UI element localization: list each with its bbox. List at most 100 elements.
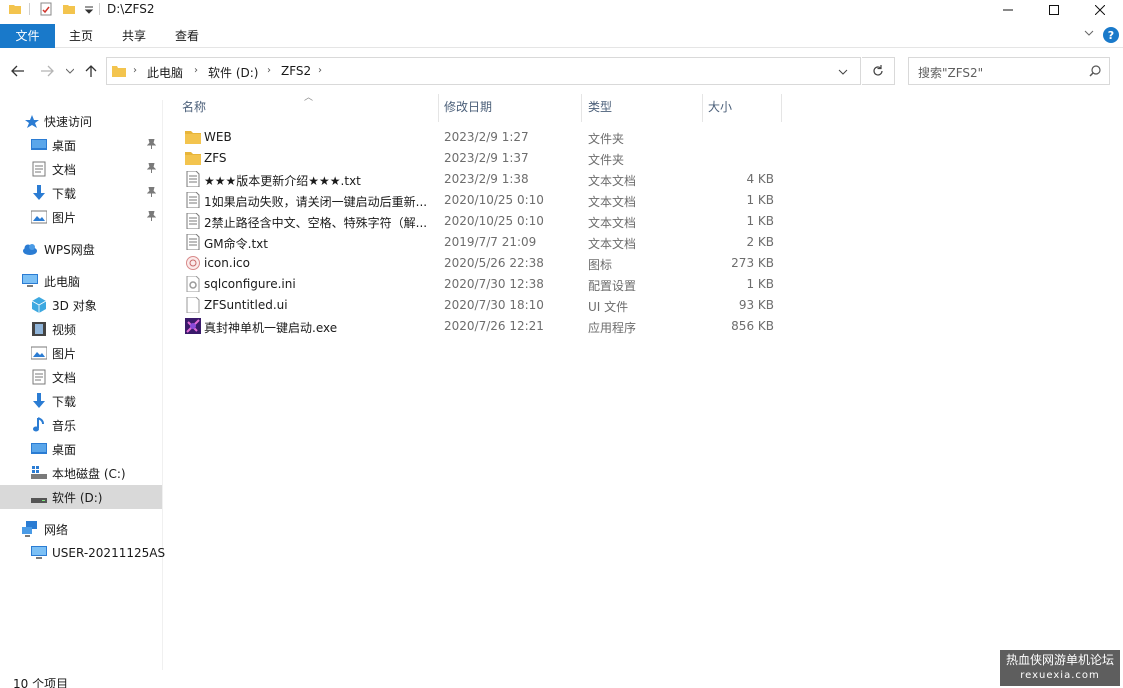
watermark-url: rexuexia.com (1020, 670, 1100, 681)
address-bar[interactable]: › 此电脑 › 软件 (D:) › ZFS2 › (106, 57, 861, 85)
file-row[interactable]: 真封神单机一键启动.exe 2020/7/26 12:21 应用程序 856 K… (164, 316, 784, 337)
file-row[interactable]: GM命令.txt 2019/7/7 21:09 文本文档 2 KB (164, 232, 784, 253)
sidebar-item-documents[interactable]: 文档 (0, 157, 162, 181)
refresh-button[interactable] (862, 57, 895, 85)
sidebar-item-videos[interactable]: 视频 (0, 317, 162, 341)
sidebar-item-wps-cloud[interactable]: WPS网盘 (0, 237, 162, 261)
sidebar-item-label: 下载 (52, 394, 77, 409)
sidebar-item-documents-pc[interactable]: 文档 (0, 365, 162, 389)
column-header-size[interactable]: 大小 (690, 92, 780, 122)
file-size: 93 KB (738, 298, 774, 312)
column-header-type[interactable]: 类型 (570, 92, 702, 122)
file-type: 文本文档 (588, 237, 637, 251)
chevron-down-icon (66, 68, 74, 74)
file-type: 图标 (588, 258, 613, 272)
pin-icon[interactable] (147, 139, 156, 149)
file-row[interactable]: WEB 2023/2/9 1:27 文件夹 (164, 127, 784, 148)
folder-icon[interactable] (8, 2, 22, 16)
file-row[interactable]: sqlconfigure.ini 2020/7/30 12:38 配置设置 1 … (164, 274, 784, 295)
file-size: 1 KB (746, 214, 774, 228)
sidebar-item-music[interactable]: 音乐 (0, 413, 162, 437)
sidebar-item-downloads[interactable]: 下载 (0, 181, 162, 205)
address-dropdown-icon[interactable] (838, 69, 848, 75)
sidebar-item-label: 下载 (52, 186, 77, 201)
sidebar-item-network[interactable]: 网络 (0, 517, 162, 541)
sidebar-item-network-computer[interactable]: USER-20211125AS (0, 541, 165, 565)
tab-home[interactable]: 主页 (58, 24, 104, 48)
file-row[interactable]: 1如果启动失败，请关闭一键启动后重新... 2020/10/25 0:10 文本… (164, 190, 784, 211)
exe-file-icon (185, 318, 201, 334)
picture-icon (31, 210, 47, 224)
watermark-text: 热血侠网游单机论坛 (1005, 653, 1114, 667)
close-icon (1095, 5, 1105, 15)
breadcrumb-item[interactable]: ZFS2 (281, 64, 311, 78)
breadcrumb-item[interactable]: 软件 (D:) (208, 64, 258, 81)
drive-icon (31, 498, 47, 503)
sidebar-item-desktop[interactable]: 桌面 (0, 133, 162, 157)
folder-icon (185, 152, 201, 165)
properties-icon[interactable] (39, 2, 53, 16)
folder-icon (185, 131, 201, 144)
network-computer-icon (31, 546, 47, 559)
up-button[interactable] (83, 63, 99, 79)
minimize-icon (1003, 9, 1013, 11)
new-folder-icon[interactable] (62, 2, 76, 16)
file-date: 2020/5/26 22:38 (444, 256, 544, 270)
cloud-icon (23, 244, 37, 255)
arrow-up-icon (85, 65, 97, 77)
sidebar-item-3d-objects[interactable]: 3D 对象 (0, 293, 162, 317)
column-divider[interactable] (781, 94, 782, 122)
video-icon (32, 322, 46, 336)
recent-locations-button[interactable] (62, 63, 78, 79)
sidebar-item-label: 本地磁盘 (C:) (52, 466, 126, 481)
file-row[interactable]: ZFSuntitled.ui 2020/7/30 18:10 UI 文件 93 … (164, 295, 784, 316)
chevron-right-icon: › (194, 65, 198, 76)
back-button[interactable] (10, 63, 26, 79)
chevron-right-icon: › (267, 65, 271, 76)
minimize-button[interactable] (985, 0, 1031, 20)
sidebar-item-desktop-pc[interactable]: 桌面 (0, 437, 162, 461)
sidebar-item-label: 快速访问 (44, 114, 93, 129)
file-date: 2020/10/25 0:10 (444, 214, 544, 228)
sidebar-item-quick-access[interactable]: 快速访问 (0, 109, 162, 133)
quick-access-separator (29, 3, 30, 15)
ico-file-icon (186, 256, 200, 270)
customize-toolbar-icon[interactable] (82, 2, 96, 16)
pin-icon[interactable] (147, 187, 156, 197)
file-name: 真封神单机一键启动.exe (204, 321, 338, 335)
file-row[interactable]: ZFS 2023/2/9 1:37 文件夹 (164, 148, 784, 169)
tab-share[interactable]: 共享 (111, 24, 157, 48)
column-header-name[interactable]: 名称 (164, 92, 438, 122)
pin-icon[interactable] (147, 163, 156, 173)
search-box[interactable]: 搜索"ZFS2" (908, 57, 1110, 85)
expand-ribbon-icon[interactable] (1084, 30, 1094, 38)
pin-icon[interactable] (147, 211, 156, 221)
file-date: 2020/7/30 12:38 (444, 277, 544, 291)
breadcrumb-item[interactable]: 此电脑 (147, 64, 183, 81)
sidebar-item-downloads-pc[interactable]: 下载 (0, 389, 162, 413)
file-type: UI 文件 (588, 300, 629, 314)
file-row[interactable]: icon.ico 2020/5/26 22:38 图标 273 KB (164, 253, 784, 274)
search-icon[interactable] (1089, 65, 1101, 77)
help-icon[interactable]: ? (1103, 27, 1119, 43)
download-icon (33, 393, 45, 408)
sidebar-item-drive-d[interactable]: 软件 (D:) (0, 485, 162, 509)
maximize-button[interactable] (1031, 0, 1077, 20)
sidebar-item-label: 图片 (52, 210, 77, 225)
sidebar-item-pictures-pc[interactable]: 图片 (0, 341, 162, 365)
close-button[interactable] (1077, 0, 1123, 20)
sidebar-item-label: 视频 (52, 322, 77, 337)
arrow-right-icon (41, 65, 54, 77)
3d-objects-icon (31, 297, 47, 313)
column-header-date[interactable]: 修改日期 (426, 92, 581, 122)
tab-view[interactable]: 查看 (164, 24, 210, 48)
file-name: sqlconfigure.ini (204, 277, 296, 291)
tab-file[interactable]: 文件 (0, 24, 55, 48)
file-row[interactable]: ★★★版本更新介绍★★★.txt 2023/2/9 1:38 文本文档 4 KB (164, 169, 784, 190)
sidebar-item-pictures[interactable]: 图片 (0, 205, 162, 229)
file-date: 2019/7/7 21:09 (444, 235, 537, 249)
file-row[interactable]: 2禁止路径含中文、空格、特殊字符（解... 2020/10/25 0:10 文本… (164, 211, 784, 232)
sidebar-item-drive-c[interactable]: 本地磁盘 (C:) (0, 461, 162, 485)
forward-button[interactable] (39, 63, 55, 79)
sidebar-item-this-pc[interactable]: 此电脑 (0, 269, 162, 293)
